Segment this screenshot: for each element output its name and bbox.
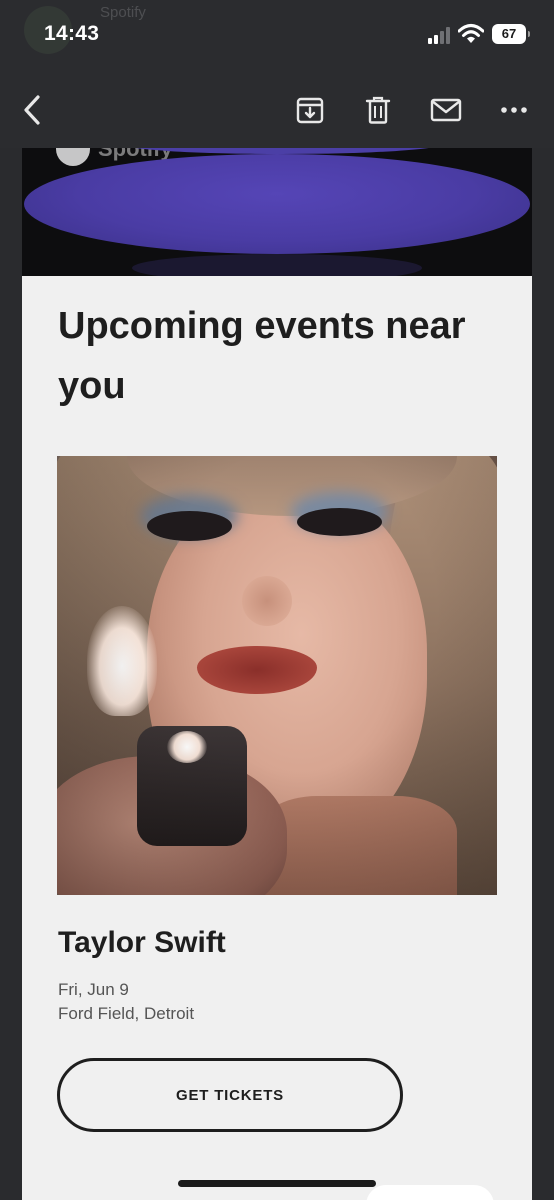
back-button[interactable]: [12, 90, 52, 130]
more-icon: [501, 107, 527, 113]
archive-icon: [296, 97, 324, 124]
trash-icon: [365, 96, 391, 124]
status-bar: Spotify 14:43 67: [0, 0, 554, 72]
chevron-left-icon: [24, 95, 40, 125]
email-toolbar: [0, 72, 554, 148]
artist-photo[interactable]: [57, 456, 497, 895]
battery-indicator: 67: [492, 24, 530, 44]
banner-ellipse: [24, 154, 530, 254]
cellular-signal-icon: [428, 26, 454, 44]
event-date: Fri, Jun 9: [58, 980, 129, 999]
more-options-button[interactable]: [494, 90, 534, 130]
delete-button[interactable]: [358, 90, 398, 130]
spotify-banner: Spotify: [22, 148, 532, 276]
banner-ellipse-bottom: [132, 254, 422, 276]
archive-button[interactable]: [290, 90, 330, 130]
wifi-icon: [458, 24, 484, 43]
artist-name: Taylor Swift: [58, 926, 226, 959]
status-time: 14:43: [44, 22, 100, 45]
email-body: Spotify Upcoming events near you Taylor …: [22, 148, 532, 1200]
reply-mail-button[interactable]: [426, 90, 466, 130]
background-sender-name: Spotify: [100, 4, 146, 21]
spotify-logo-icon: [56, 148, 90, 166]
email-heading: Upcoming events near you: [58, 305, 466, 407]
home-indicator[interactable]: [178, 1180, 376, 1187]
event-venue: Ford Field, Detroit: [58, 1004, 195, 1023]
get-tickets-button[interactable]: GET TICKETS: [57, 1058, 403, 1132]
floating-action-pill[interactable]: [366, 1185, 494, 1200]
mail-icon: [430, 98, 462, 122]
